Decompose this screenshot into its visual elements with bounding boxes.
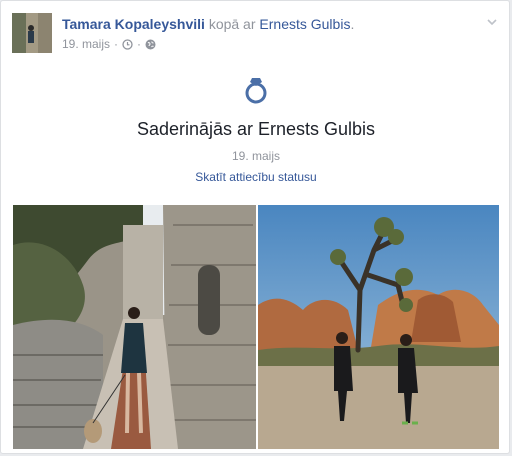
- tagged-friend[interactable]: Ernests Gulbis: [259, 16, 350, 32]
- meta-separator: ·: [114, 37, 119, 51]
- chevron-down-icon[interactable]: [485, 15, 499, 29]
- avatar[interactable]: [12, 13, 52, 53]
- post-meta: 19. maijs · ·: [62, 37, 156, 51]
- life-event-title: Saderinājās ar Ernests Gulbis: [136, 119, 376, 139]
- author-name[interactable]: Tamara Kopaleyshvili: [62, 16, 205, 32]
- feed-post: Tamara Kopaleyshvili kopā ar Ernests Gul…: [0, 0, 510, 454]
- clock-icon: [122, 38, 133, 50]
- post-photo-desert[interactable]: [258, 205, 499, 449]
- post-date[interactable]: 19. maijs: [62, 37, 110, 51]
- header-period: .: [350, 16, 355, 32]
- post-header: Tamara Kopaleyshvili kopā ar Ernests Gul…: [62, 16, 354, 32]
- life-event-date: 19. maijs: [231, 149, 281, 163]
- view-relationship-link[interactable]: Skatīt attiecību statusu: [1, 170, 511, 184]
- post-photo-street[interactable]: [13, 205, 256, 449]
- globe-icon[interactable]: [145, 39, 156, 50]
- meta-separator: ·: [137, 37, 142, 51]
- engagement-ring-icon: [242, 75, 270, 105]
- with-text: kopā ar: [208, 16, 256, 32]
